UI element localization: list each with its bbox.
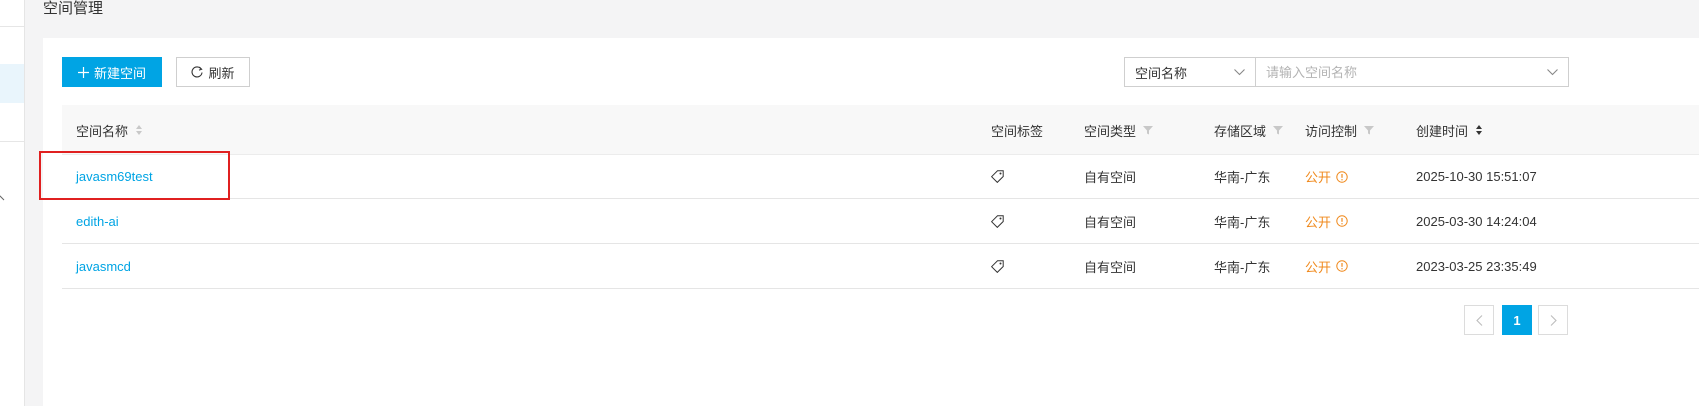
chevron-right-icon (1550, 314, 1557, 326)
space-name-link[interactable]: edith-ai (76, 214, 119, 229)
table-row: edith-ai 自有空间 华南-广东 公开 2025-03-30 14:24:… (62, 199, 1699, 244)
col-tag-label: 空间标签 (991, 123, 1044, 139)
access-label: 公开 (1305, 170, 1332, 185)
pagination-next-button[interactable] (1538, 305, 1568, 335)
table-row: javasmcd 自有空间 华南-广东 公开 2023-03-25 23:35:… (62, 244, 1699, 289)
col-access-label: 访问控制 (1305, 123, 1358, 139)
created-time: 2025-10-30 15:51:07 (1416, 169, 1537, 184)
space-name-link[interactable]: javasmcd (76, 259, 131, 274)
app-root: 空间管理 新建空间 刷新 空间名称 请输入空间名称 空间名称 空间标签 空间类型… (0, 0, 1699, 406)
tag-icon[interactable] (991, 214, 1004, 228)
content-card: 新建空间 刷新 空间名称 空间名称 (43, 38, 1699, 406)
filter-icon[interactable] (1273, 125, 1284, 135)
access-status: 公开 (1305, 212, 1348, 231)
col-access-header[interactable]: 访问控制 (1305, 105, 1375, 155)
info-circle-icon[interactable] (1336, 260, 1348, 272)
chevron-down-icon (1234, 68, 1245, 75)
access-status: 公开 (1305, 167, 1348, 186)
table-header: 空间名称 空间标签 空间类型 存储区域 访问控制 创建时间 (62, 105, 1699, 155)
access-label: 公开 (1305, 214, 1332, 230)
refresh-label: 刷新 (208, 65, 235, 81)
col-name-header[interactable]: 空间名称 (76, 105, 143, 155)
space-name-link[interactable]: javasm69test (76, 169, 153, 184)
filter-icon[interactable] (1364, 125, 1375, 135)
refresh-button[interactable]: 刷新 (176, 57, 250, 87)
created-time: 2023-03-25 23:35:49 (1416, 258, 1537, 274)
filter-field-select[interactable]: 空间名称 (1124, 57, 1256, 87)
left-nav (0, 0, 25, 406)
space-region: 华南-广东 (1214, 170, 1271, 185)
sort-icon[interactable] (1475, 124, 1483, 136)
col-created-label: 创建时间 (1416, 123, 1469, 139)
table-row: javasm69test 自有空间 华南-广东 公开 2025-10-30 15… (62, 155, 1699, 199)
refresh-icon (191, 66, 204, 78)
col-region-header[interactable]: 存储区域 (1214, 105, 1284, 155)
created-time: 2025-03-30 14:24:04 (1416, 213, 1537, 229)
filter-icon[interactable] (1143, 125, 1154, 135)
info-circle-icon[interactable] (1336, 215, 1348, 227)
chevron-up-icon[interactable] (0, 190, 10, 204)
tag-icon[interactable] (991, 170, 1004, 183)
col-type-label: 空间类型 (1084, 123, 1137, 139)
space-region: 华南-广东 (1214, 214, 1271, 230)
plus-icon (77, 66, 89, 78)
space-type: 自有空间 (1084, 259, 1137, 275)
pagination-page-button[interactable]: 1 (1502, 305, 1532, 335)
access-status: 公开 (1305, 257, 1348, 276)
search-field[interactable] (1255, 57, 1569, 87)
tag-icon[interactable] (991, 259, 1004, 273)
new-space-button[interactable]: 新建空间 (62, 57, 162, 87)
new-space-label: 新建空间 (93, 65, 146, 81)
chevron-down-icon (1547, 68, 1558, 75)
info-circle-icon[interactable] (1336, 170, 1348, 183)
col-type-header[interactable]: 空间类型 (1084, 105, 1154, 155)
space-region: 华南-广东 (1214, 259, 1271, 275)
access-label: 公开 (1305, 259, 1332, 275)
filter-field-value: 空间名称 (1135, 65, 1188, 81)
search-input[interactable] (1266, 64, 1506, 80)
col-region-label: 存储区域 (1214, 123, 1267, 139)
spaces-table: 空间名称 空间标签 空间类型 存储区域 访问控制 创建时间 javasm69te… (62, 105, 1699, 289)
col-name-label: 空间名称 (76, 123, 129, 139)
pagination-prev-button[interactable] (1464, 305, 1494, 335)
col-created-header[interactable]: 创建时间 (1416, 105, 1483, 155)
space-type: 自有空间 (1084, 170, 1137, 185)
table-body: javasm69test 自有空间 华南-广东 公开 2025-10-30 15… (62, 155, 1699, 289)
nav-divider (0, 26, 24, 27)
col-tag-header: 空间标签 (991, 105, 1043, 155)
nav-divider (0, 141, 24, 142)
page-title: 空间管理 (43, 0, 104, 17)
nav-item-active[interactable] (0, 64, 24, 103)
sort-icon[interactable] (135, 124, 143, 136)
space-type: 自有空间 (1084, 214, 1137, 230)
chevron-left-icon (1475, 314, 1482, 326)
